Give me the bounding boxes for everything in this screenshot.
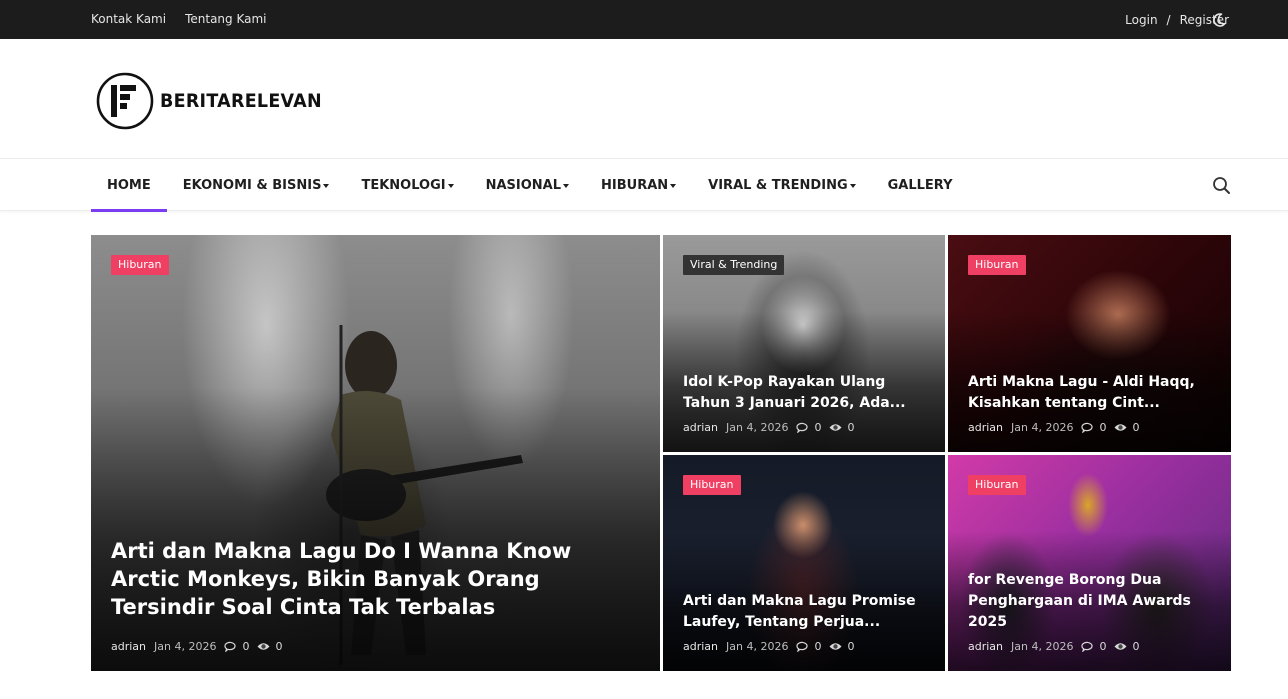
article-title[interactable]: Arti dan Makna Lagu Promise Laufey, Tent… <box>683 591 929 633</box>
auth-separator: / <box>1166 13 1171 27</box>
views-value: 0 <box>1132 421 1140 434</box>
views-count: 0 <box>257 640 282 653</box>
main-nav: HOME EKONOMI & BISNIS TEKNOLOGI NASIONAL… <box>0 159 1288 212</box>
site-header: BERITARELEVAN <box>0 39 1288 159</box>
category-badge[interactable]: Hiburan <box>968 255 1026 275</box>
views-count: 0 <box>829 421 854 434</box>
login-link[interactable]: Login <box>1125 13 1157 27</box>
nav-item-ekonomi-bisnis[interactable]: EKONOMI & BISNIS <box>167 159 346 211</box>
featured-article-2[interactable]: Viral & Trending Idol K-Pop Rayakan Ulan… <box>663 235 945 452</box>
moon-icon[interactable] <box>1211 12 1227 28</box>
contact-link[interactable]: Kontak Kami <box>91 12 166 26</box>
article-meta: adrian Jan 4, 2026 0 0 <box>968 421 1139 434</box>
article-author[interactable]: adrian <box>111 640 146 653</box>
article-meta: adrian Jan 4, 2026 0 0 <box>111 640 282 653</box>
comments-count: 0 <box>224 640 249 653</box>
nav-label: HOME <box>107 177 151 193</box>
views-count: 0 <box>829 640 854 653</box>
logo-mark-icon <box>96 72 154 130</box>
comments-count: 0 <box>796 421 821 434</box>
comments-icon <box>796 641 809 652</box>
article-meta: adrian Jan 4, 2026 0 0 <box>683 421 854 434</box>
nav-label: EKONOMI & BISNIS <box>182 177 322 193</box>
top-bar: Kontak Kami Tentang Kami Login / Registe… <box>0 0 1288 39</box>
comments-icon <box>1081 641 1094 652</box>
article-meta: adrian Jan 4, 2026 0 0 <box>968 640 1139 653</box>
comments-count: 0 <box>1081 640 1106 653</box>
nav-menu: HOME EKONOMI & BISNIS TEKNOLOGI NASIONAL… <box>91 159 969 212</box>
category-badge[interactable]: Hiburan <box>111 255 169 275</box>
caret-down-icon <box>563 183 570 188</box>
nav-item-home[interactable]: HOME <box>91 159 167 212</box>
views-count: 0 <box>1114 421 1139 434</box>
comments-value: 0 <box>814 421 822 434</box>
eye-icon <box>829 424 842 431</box>
site-logo[interactable]: BERITARELEVAN <box>96 72 336 130</box>
caret-down-icon <box>323 183 330 188</box>
article-date: Jan 4, 2026 <box>1011 421 1074 434</box>
top-links: Kontak Kami Tentang Kami <box>91 12 267 26</box>
views-value: 0 <box>847 640 855 653</box>
comments-icon <box>224 641 237 652</box>
nav-item-gallery[interactable]: GALLERY <box>872 159 969 211</box>
comments-value: 0 <box>1099 640 1107 653</box>
comments-value: 0 <box>242 640 250 653</box>
nav-label: TEKNOLOGI <box>361 177 446 193</box>
category-badge[interactable]: Viral & Trending <box>683 255 785 275</box>
article-date: Jan 4, 2026 <box>1011 640 1074 653</box>
caret-down-icon <box>447 183 454 188</box>
search-icon[interactable] <box>1212 176 1231 195</box>
nav-item-viral-trending[interactable]: VIRAL & TRENDING <box>692 159 871 211</box>
nav-item-teknologi[interactable]: TEKNOLOGI <box>345 159 469 211</box>
comments-count: 0 <box>1081 421 1106 434</box>
comments-count: 0 <box>796 640 821 653</box>
caret-down-icon <box>670 183 677 188</box>
nav-label: VIRAL & TRENDING <box>708 177 848 193</box>
views-value: 0 <box>1132 640 1140 653</box>
article-author[interactable]: adrian <box>683 640 718 653</box>
nav-label: NASIONAL <box>485 177 562 193</box>
nav-label: HIBURAN <box>601 177 669 193</box>
article-meta: adrian Jan 4, 2026 0 0 <box>683 640 854 653</box>
site-name: BERITARELEVAN <box>160 90 322 112</box>
views-value: 0 <box>847 421 855 434</box>
article-author[interactable]: adrian <box>968 640 1003 653</box>
article-date: Jan 4, 2026 <box>726 640 789 653</box>
category-badge[interactable]: Hiburan <box>683 475 741 495</box>
featured-article-4[interactable]: Hiburan Arti dan Makna Lagu Promise Lauf… <box>663 455 945 671</box>
caret-down-icon <box>849 183 856 188</box>
article-title[interactable]: Arti dan Makna Lagu Do I Wanna Know Arct… <box>111 537 644 621</box>
nav-item-nasional[interactable]: NASIONAL <box>470 159 585 211</box>
article-date: Jan 4, 2026 <box>154 640 217 653</box>
featured-article-main[interactable]: Hiburan Arti dan Makna Lagu Do I Wanna K… <box>91 235 660 671</box>
comments-value: 0 <box>814 640 822 653</box>
category-badge[interactable]: Hiburan <box>968 475 1026 495</box>
featured-article-5[interactable]: Hiburan for Revenge Borong Dua Pengharga… <box>948 455 1231 671</box>
eye-icon <box>829 643 842 650</box>
article-title[interactable]: for Revenge Borong Dua Penghargaan di IM… <box>968 570 1215 633</box>
comments-value: 0 <box>1099 421 1107 434</box>
article-date: Jan 4, 2026 <box>726 421 789 434</box>
views-value: 0 <box>275 640 283 653</box>
article-title[interactable]: Idol K-Pop Rayakan Ulang Tahun 3 Januari… <box>683 372 929 414</box>
about-link[interactable]: Tentang Kami <box>185 12 266 26</box>
article-author[interactable]: adrian <box>968 421 1003 434</box>
views-count: 0 <box>1114 640 1139 653</box>
eye-icon <box>1114 424 1127 431</box>
eye-icon <box>257 643 270 650</box>
featured-article-3[interactable]: Hiburan Arti Makna Lagu - Aldi Haqq, Kis… <box>948 235 1231 452</box>
nav-item-hiburan[interactable]: HIBURAN <box>585 159 692 211</box>
article-title[interactable]: Arti Makna Lagu - Aldi Haqq, Kisahkan te… <box>968 372 1215 414</box>
comments-icon <box>1081 422 1094 433</box>
article-author[interactable]: adrian <box>683 421 718 434</box>
comments-icon <box>796 422 809 433</box>
nav-label: GALLERY <box>887 177 953 193</box>
eye-icon <box>1114 643 1127 650</box>
